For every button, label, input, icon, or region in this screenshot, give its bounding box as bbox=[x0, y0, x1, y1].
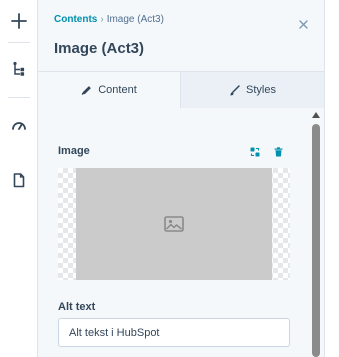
scrollbar-thumb[interactable] bbox=[312, 124, 320, 357]
tab-styles-label: Styles bbox=[246, 84, 276, 96]
image-preview[interactable] bbox=[58, 168, 290, 280]
plus-icon bbox=[11, 13, 27, 29]
content-fields: Image Alt text bbox=[38, 108, 324, 357]
tree-structure-icon bbox=[13, 61, 25, 76]
image-placeholder-icon bbox=[164, 216, 184, 232]
close-panel-button[interactable] bbox=[296, 17, 310, 31]
add-module-button[interactable] bbox=[7, 9, 31, 33]
breadcrumb: Contents › Image (Act3) bbox=[54, 14, 164, 25]
delete-image-button[interactable] bbox=[271, 145, 285, 159]
tab-styles[interactable]: Styles bbox=[181, 72, 324, 108]
speedometer-icon bbox=[12, 122, 26, 130]
image-placeholder bbox=[76, 168, 272, 280]
alt-text-input[interactable] bbox=[58, 318, 290, 347]
panel-tabs: Content Styles bbox=[38, 71, 324, 108]
document-icon bbox=[13, 172, 25, 187]
trash-icon bbox=[274, 147, 282, 157]
scroll-up-arrow[interactable] bbox=[312, 112, 320, 118]
page-settings-button[interactable] bbox=[7, 168, 31, 192]
canvas-edge bbox=[324, 0, 339, 357]
rail-divider bbox=[8, 97, 30, 98]
tab-content-label: Content bbox=[98, 84, 137, 96]
image-field-label: Image bbox=[58, 145, 90, 157]
panel-title: Image (Act3) bbox=[54, 40, 145, 57]
alt-text-label: Alt text bbox=[58, 301, 96, 313]
close-icon bbox=[298, 19, 308, 29]
optimization-button[interactable] bbox=[7, 113, 31, 137]
rail-divider bbox=[8, 42, 30, 43]
brush-icon bbox=[229, 84, 240, 95]
module-editor-panel: Contents › Image (Act3) Image (Act3) Conte… bbox=[38, 0, 324, 357]
replace-image-button[interactable] bbox=[248, 145, 262, 159]
layout-tree-button[interactable] bbox=[7, 57, 31, 81]
pencil-icon bbox=[81, 85, 92, 95]
breadcrumb-contents-link[interactable]: Contents bbox=[54, 14, 97, 25]
panel-scrollbar[interactable] bbox=[311, 110, 321, 357]
replace-image-icon bbox=[250, 147, 260, 157]
left-rail bbox=[0, 0, 38, 357]
breadcrumb-current: Image (Act3) bbox=[106, 14, 164, 25]
tab-content[interactable]: Content bbox=[38, 72, 181, 108]
breadcrumb-separator: › bbox=[100, 14, 104, 25]
